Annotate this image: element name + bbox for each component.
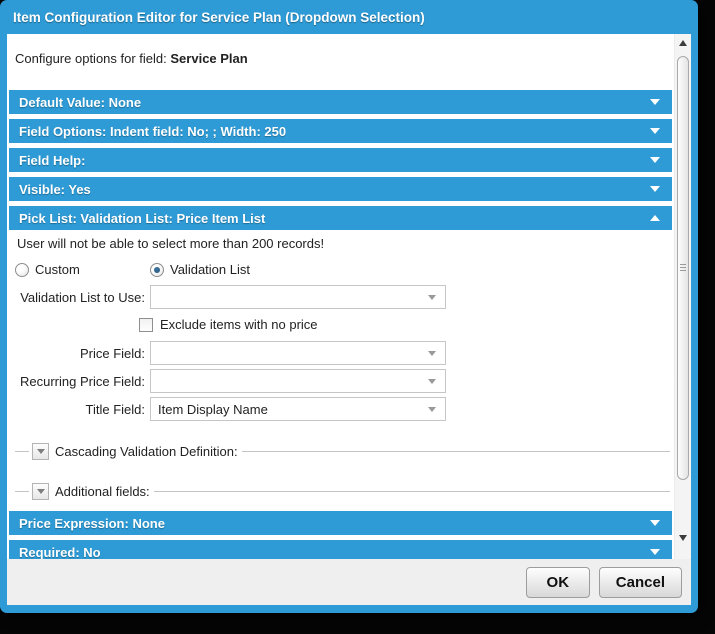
title-field-row: Title Field: Item Display Name <box>7 397 674 421</box>
section-pick-list-label: Pick List: Validation List: Price Item L… <box>19 211 265 226</box>
exclude-no-price-label: Exclude items with no price <box>160 317 318 332</box>
chevron-down-icon <box>650 549 660 555</box>
cascading-validation-toggle-button[interactable] <box>32 443 49 460</box>
chevron-down-icon <box>650 128 660 134</box>
exclude-no-price-checkbox[interactable] <box>139 318 153 332</box>
pick-list-form: Validation List to Use: Exclude items wi… <box>7 285 674 421</box>
radio-custom[interactable]: Custom <box>15 262 150 277</box>
chevron-down-icon <box>37 449 45 454</box>
validation-list-row: Validation List to Use: <box>7 285 674 309</box>
price-field-label: Price Field: <box>7 346 145 361</box>
radio-selected-icon[interactable] <box>150 263 164 277</box>
chevron-down-icon <box>428 351 436 356</box>
validation-list-dropdown[interactable] <box>150 285 446 309</box>
section-field-help[interactable]: Field Help: <box>9 148 672 172</box>
radio-validation-list[interactable]: Validation List <box>150 262 250 277</box>
record-limit-warning: User will not be able to select more tha… <box>10 236 674 251</box>
exclude-no-price-row[interactable]: Exclude items with no price <box>139 317 674 332</box>
intro-text: Configure options for field: Service Pla… <box>15 51 674 66</box>
radio-custom-label: Custom <box>35 262 80 277</box>
additional-fields-label: Additional fields: <box>55 484 150 499</box>
chevron-up-icon <box>650 215 660 221</box>
additional-fields-toggle-button[interactable] <box>32 483 49 500</box>
section-field-options[interactable]: Field Options: Indent field: No; ; Width… <box>9 119 672 143</box>
section-visible-label: Visible: Yes <box>19 182 91 197</box>
cascading-validation-label: Cascading Validation Definition: <box>55 444 238 459</box>
title-field-dropdown[interactable]: Item Display Name <box>150 397 446 421</box>
chevron-down-icon <box>650 520 660 526</box>
dialog-footer: OK Cancel <box>7 559 691 605</box>
scroll-content: Configure options for field: Service Pla… <box>7 34 674 559</box>
recurring-price-field-label: Recurring Price Field: <box>7 374 145 389</box>
chevron-down-icon <box>650 157 660 163</box>
divider <box>154 491 670 492</box>
price-field-dropdown[interactable] <box>150 341 446 365</box>
section-field-help-label: Field Help: <box>19 153 85 168</box>
scroll-up-icon[interactable] <box>679 40 687 46</box>
cancel-button[interactable]: Cancel <box>599 567 682 598</box>
scrollbar-grip-icon <box>680 264 686 273</box>
chevron-down-icon <box>650 99 660 105</box>
ok-button[interactable]: OK <box>526 567 590 598</box>
chevron-down-icon <box>428 379 436 384</box>
recurring-price-field-row: Recurring Price Field: <box>7 369 674 393</box>
section-default-value[interactable]: Default Value: None <box>9 90 672 114</box>
intro-label: Configure options for field: <box>15 51 167 66</box>
title-field-value: Item Display Name <box>158 402 268 417</box>
source-radio-group: Custom Validation List <box>15 262 674 277</box>
recurring-price-field-dropdown[interactable] <box>150 369 446 393</box>
intro-field-name: Service Plan <box>170 51 247 66</box>
validation-list-label: Validation List to Use: <box>7 290 145 305</box>
additional-fields-legend-row: Additional fields: <box>15 483 670 500</box>
title-field-label: Title Field: <box>7 402 145 417</box>
section-pick-list[interactable]: Pick List: Validation List: Price Item L… <box>9 206 672 230</box>
divider <box>242 451 670 452</box>
divider <box>15 451 29 452</box>
section-visible[interactable]: Visible: Yes <box>9 177 672 201</box>
section-required[interactable]: Required: No <box>9 540 672 559</box>
section-default-value-label: Default Value: None <box>19 95 141 110</box>
pick-list-panel: User will not be able to select more tha… <box>7 236 674 500</box>
radio-validation-label: Validation List <box>170 262 250 277</box>
scrollbar-thumb[interactable] <box>677 56 689 480</box>
radio-unselected-icon[interactable] <box>15 263 29 277</box>
vertical-scrollbar[interactable] <box>674 34 691 559</box>
dialog-body: Configure options for field: Service Pla… <box>7 34 691 559</box>
dialog-title: Item Configuration Editor for Service Pl… <box>0 0 698 34</box>
section-price-expression-label: Price Expression: None <box>19 516 165 531</box>
chevron-down-icon <box>428 407 436 412</box>
section-required-label: Required: No <box>19 545 101 560</box>
scroll-down-icon[interactable] <box>679 535 687 541</box>
chevron-down-icon <box>37 489 45 494</box>
chevron-down-icon <box>428 295 436 300</box>
item-configuration-editor-dialog: Item Configuration Editor for Service Pl… <box>0 0 698 613</box>
chevron-down-icon <box>650 186 660 192</box>
section-field-options-label: Field Options: Indent field: No; ; Width… <box>19 124 286 139</box>
divider <box>15 491 29 492</box>
cascading-validation-legend-row: Cascading Validation Definition: <box>15 443 670 460</box>
price-field-row: Price Field: <box>7 341 674 365</box>
section-price-expression[interactable]: Price Expression: None <box>9 511 672 535</box>
